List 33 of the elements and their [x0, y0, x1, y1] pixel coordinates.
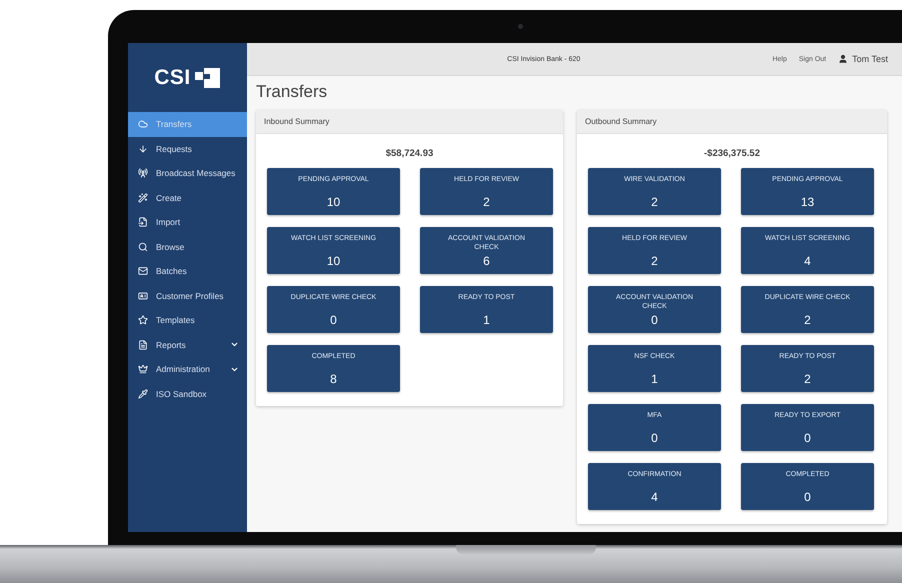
- file-input-icon: [138, 217, 148, 228]
- sidebar-item[interactable]: Create: [128, 186, 247, 210]
- sidebar-item[interactable]: Browse: [128, 234, 247, 259]
- document-icon: [138, 340, 148, 350]
- user-icon: [838, 54, 848, 64]
- panel-header: Inbound Summary: [256, 110, 563, 134]
- page-title: Transfers: [256, 82, 328, 102]
- camera-icon: [518, 24, 523, 29]
- envelope-icon: [138, 266, 148, 276]
- sidebar-item[interactable]: Broadcast Messages: [128, 161, 247, 186]
- user-name[interactable]: Tom Test: [852, 54, 888, 64]
- pipette-icon: [138, 388, 148, 399]
- arrow-down-icon: [138, 144, 148, 154]
- sidebar-item[interactable]: Customer Profiles: [128, 284, 247, 308]
- crown-icon: [138, 364, 148, 374]
- search-icon: [138, 242, 148, 252]
- sidebar-item[interactable]: Templates: [128, 308, 247, 332]
- sidebar-item[interactable]: ISO Sandbox: [128, 382, 247, 406]
- panel-header: Outbound Summary: [577, 110, 887, 134]
- sidebar-item[interactable]: Reports: [128, 332, 247, 357]
- sidebar-item[interactable]: Administration: [128, 357, 247, 382]
- id-card-icon: [138, 290, 148, 301]
- sidebar-item[interactable]: Batches: [128, 259, 247, 284]
- radio-tower-icon: [138, 168, 148, 178]
- cloud-icon: [138, 119, 148, 130]
- logo-text: CSI: [154, 66, 191, 90]
- sidebar-item[interactable]: Import: [128, 210, 247, 234]
- sidebar-item[interactable]: Requests: [128, 136, 247, 161]
- total-amount: $58,724.93: [384, 148, 434, 159]
- wand-icon: [138, 192, 148, 203]
- total-amount: -$236,375.52: [703, 148, 761, 159]
- star-icon: [138, 315, 148, 326]
- logo-icon: [194, 68, 221, 88]
